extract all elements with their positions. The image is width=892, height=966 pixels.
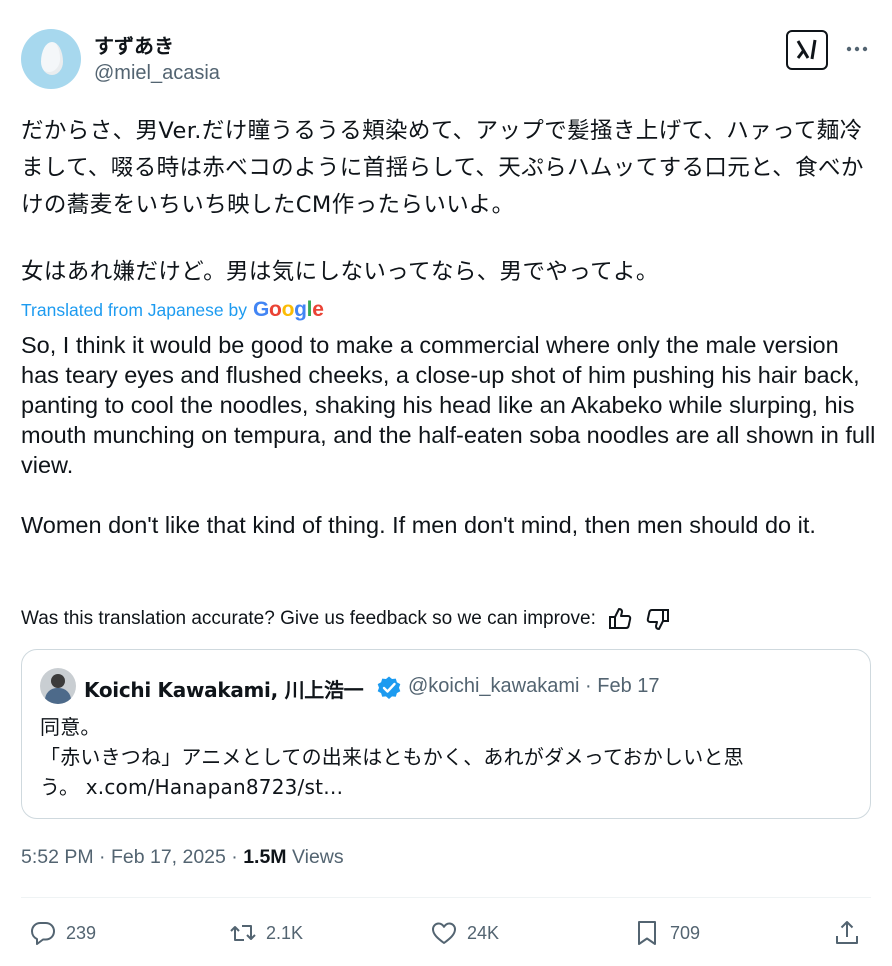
quoted-author-name: Koichi Kawakami, 川上浩一 (84, 678, 364, 702)
reply-icon (31, 922, 55, 945)
post-text-en-paragraph-2: Women don't like that kind of thing. If … (21, 512, 816, 538)
post-timestamp[interactable]: 5:52 PM · Feb 17, 2025 · (21, 846, 243, 868)
like-count: 24K (467, 922, 500, 943)
google-logo: Google (253, 298, 324, 321)
like-button[interactable]: 24K (429, 918, 499, 948)
repost-icon (230, 925, 256, 941)
repost-count: 2.1K (266, 922, 304, 943)
verified-badge-icon (377, 676, 401, 699)
heart-icon (432, 922, 456, 944)
author-display-name[interactable]: すずあき (94, 30, 174, 59)
post-text-en-paragraph-1: So, I think it would be good to make a c… (21, 332, 876, 478)
more-horizontal-icon[interactable] (844, 36, 870, 62)
views-label: Views (286, 846, 344, 868)
author-handle[interactable]: @miel_acasia (94, 62, 220, 85)
thumbs-down-icon[interactable] (644, 605, 672, 633)
quoted-handle-date: @koichi_kawakami · Feb 17 (408, 675, 660, 697)
repost-button[interactable]: 2.1K (228, 918, 303, 948)
reply-button[interactable]: 239 (28, 918, 96, 948)
quoted-text-line-1: 同意。 (40, 715, 101, 739)
translated-label: Translated from Japanese by (21, 299, 247, 320)
grok-icon[interactable] (786, 30, 828, 70)
translation-feedback: Was this translation accurate? Give us f… (21, 605, 672, 633)
quoted-post-text: 同意。 「赤いきつね」アニメとしての出来はともかく、あれがダメっておかしいと思 … (40, 712, 850, 802)
share-icon (836, 921, 858, 944)
quoted-post-card[interactable]: Koichi Kawakami, 川上浩一 @koichi_kawakami ·… (21, 649, 871, 819)
views-count: 1.5M (243, 846, 287, 868)
bookmark-button[interactable]: 709 (632, 918, 700, 948)
bookmark-count: 709 (670, 922, 701, 943)
translated-by-google[interactable]: Translated from Japanese by Google (21, 298, 324, 322)
quoted-text-line-2: 「赤いきつね」アニメとしての出来はともかく、あれがダメっておかしいと思 (40, 745, 744, 769)
quoted-text-line-3: う。 x.com/Hanapan8723/st… (40, 775, 344, 799)
share-button[interactable] (832, 918, 862, 948)
post-text-ja-paragraph-2: 女はあれ嫌だけど。男は気にしないってなら、男でやってよ。 (21, 259, 659, 285)
author-avatar[interactable] (21, 29, 81, 89)
reply-count: 239 (66, 922, 97, 943)
quoted-author-avatar (40, 668, 76, 704)
post-text-ja-paragraph-1: だからさ、男Ver.だけ瞳うるうる頬染めて、アップで髪掻き上げて、ハァって麺冷ま… (21, 118, 864, 218)
post-meta: 5:52 PM · Feb 17, 2025 · 1.5M Views (21, 846, 344, 869)
feedback-prompt: Was this translation accurate? Give us f… (21, 608, 596, 629)
thumbs-up-icon[interactable] (606, 605, 634, 633)
divider (21, 897, 871, 898)
bookmark-icon (638, 921, 656, 945)
